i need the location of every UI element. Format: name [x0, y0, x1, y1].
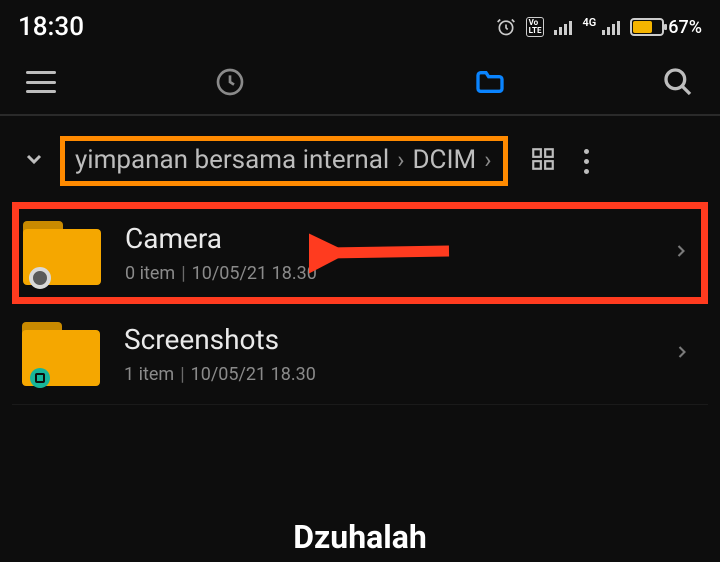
battery-percent: 67% — [668, 17, 702, 38]
signal-icon-2 — [602, 19, 620, 35]
chevron-right-icon — [672, 342, 692, 366]
tab-files[interactable] — [360, 66, 620, 98]
volte-icon: VoLTE — [526, 17, 545, 37]
alarm-icon — [496, 17, 516, 37]
chevron-down-icon — [22, 147, 46, 171]
folder-info: Camera 0 item|10/05/21 18.30 — [125, 222, 647, 284]
breadcrumb-row: yimpanan bersama internal › DCIM › — [0, 116, 720, 202]
view-grid-button[interactable] — [530, 146, 556, 176]
tab-recent[interactable] — [100, 66, 360, 98]
folder-date: 10/05/21 18.30 — [192, 263, 317, 284]
folder-icon — [474, 66, 506, 98]
folder-row-camera[interactable]: Camera 0 item|10/05/21 18.30 — [12, 202, 708, 304]
folder-row-screenshots[interactable]: Screenshots 1 item|10/05/21 18.30 — [12, 304, 708, 405]
search-button[interactable] — [620, 66, 720, 98]
breadcrumb-segment-storage[interactable]: yimpanan bersama internal — [75, 145, 389, 175]
status-right: VoLTE 4G 67% — [496, 17, 702, 38]
menu-button[interactable] — [0, 71, 100, 93]
camera-badge-icon — [29, 267, 51, 289]
folder-icon — [23, 221, 101, 285]
search-icon — [662, 66, 694, 98]
watermark-text: Dzuhalah — [0, 518, 720, 556]
folder-name: Screenshots — [124, 323, 648, 356]
expand-breadcrumb-button[interactable] — [22, 147, 46, 175]
breadcrumb-segment-dcim[interactable]: DCIM — [412, 145, 476, 175]
clock-icon — [214, 66, 246, 98]
chevron-right-icon: › — [395, 146, 406, 174]
chevron-right-icon: › — [482, 146, 493, 174]
folder-meta: 1 item|10/05/21 18.30 — [124, 364, 648, 385]
battery-indicator: 67% — [630, 17, 702, 38]
breadcrumb-highlight-annotation: yimpanan bersama internal › DCIM › — [60, 136, 508, 186]
folder-list: Camera 0 item|10/05/21 18.30 Screenshots… — [0, 202, 720, 405]
folder-icon — [22, 322, 100, 386]
network-label: 4G — [582, 16, 596, 29]
signal-icon-1 — [554, 19, 572, 35]
folder-item-count: 0 item — [125, 263, 175, 284]
folder-date: 10/05/21 18.30 — [191, 364, 316, 385]
status-bar: 18:30 VoLTE 4G 67% — [0, 0, 720, 50]
chevron-right-icon — [671, 241, 691, 265]
status-time: 18:30 — [18, 12, 84, 42]
grid-icon — [530, 146, 556, 172]
folder-name: Camera — [125, 222, 647, 255]
top-tab-bar — [0, 50, 720, 116]
folder-meta: 0 item|10/05/21 18.30 — [125, 263, 647, 284]
folder-item-count: 1 item — [124, 364, 174, 385]
folder-info: Screenshots 1 item|10/05/21 18.30 — [124, 323, 648, 385]
hamburger-icon — [26, 71, 56, 93]
screenshot-badge-icon — [30, 368, 50, 388]
overflow-menu-button[interactable] — [584, 149, 589, 174]
